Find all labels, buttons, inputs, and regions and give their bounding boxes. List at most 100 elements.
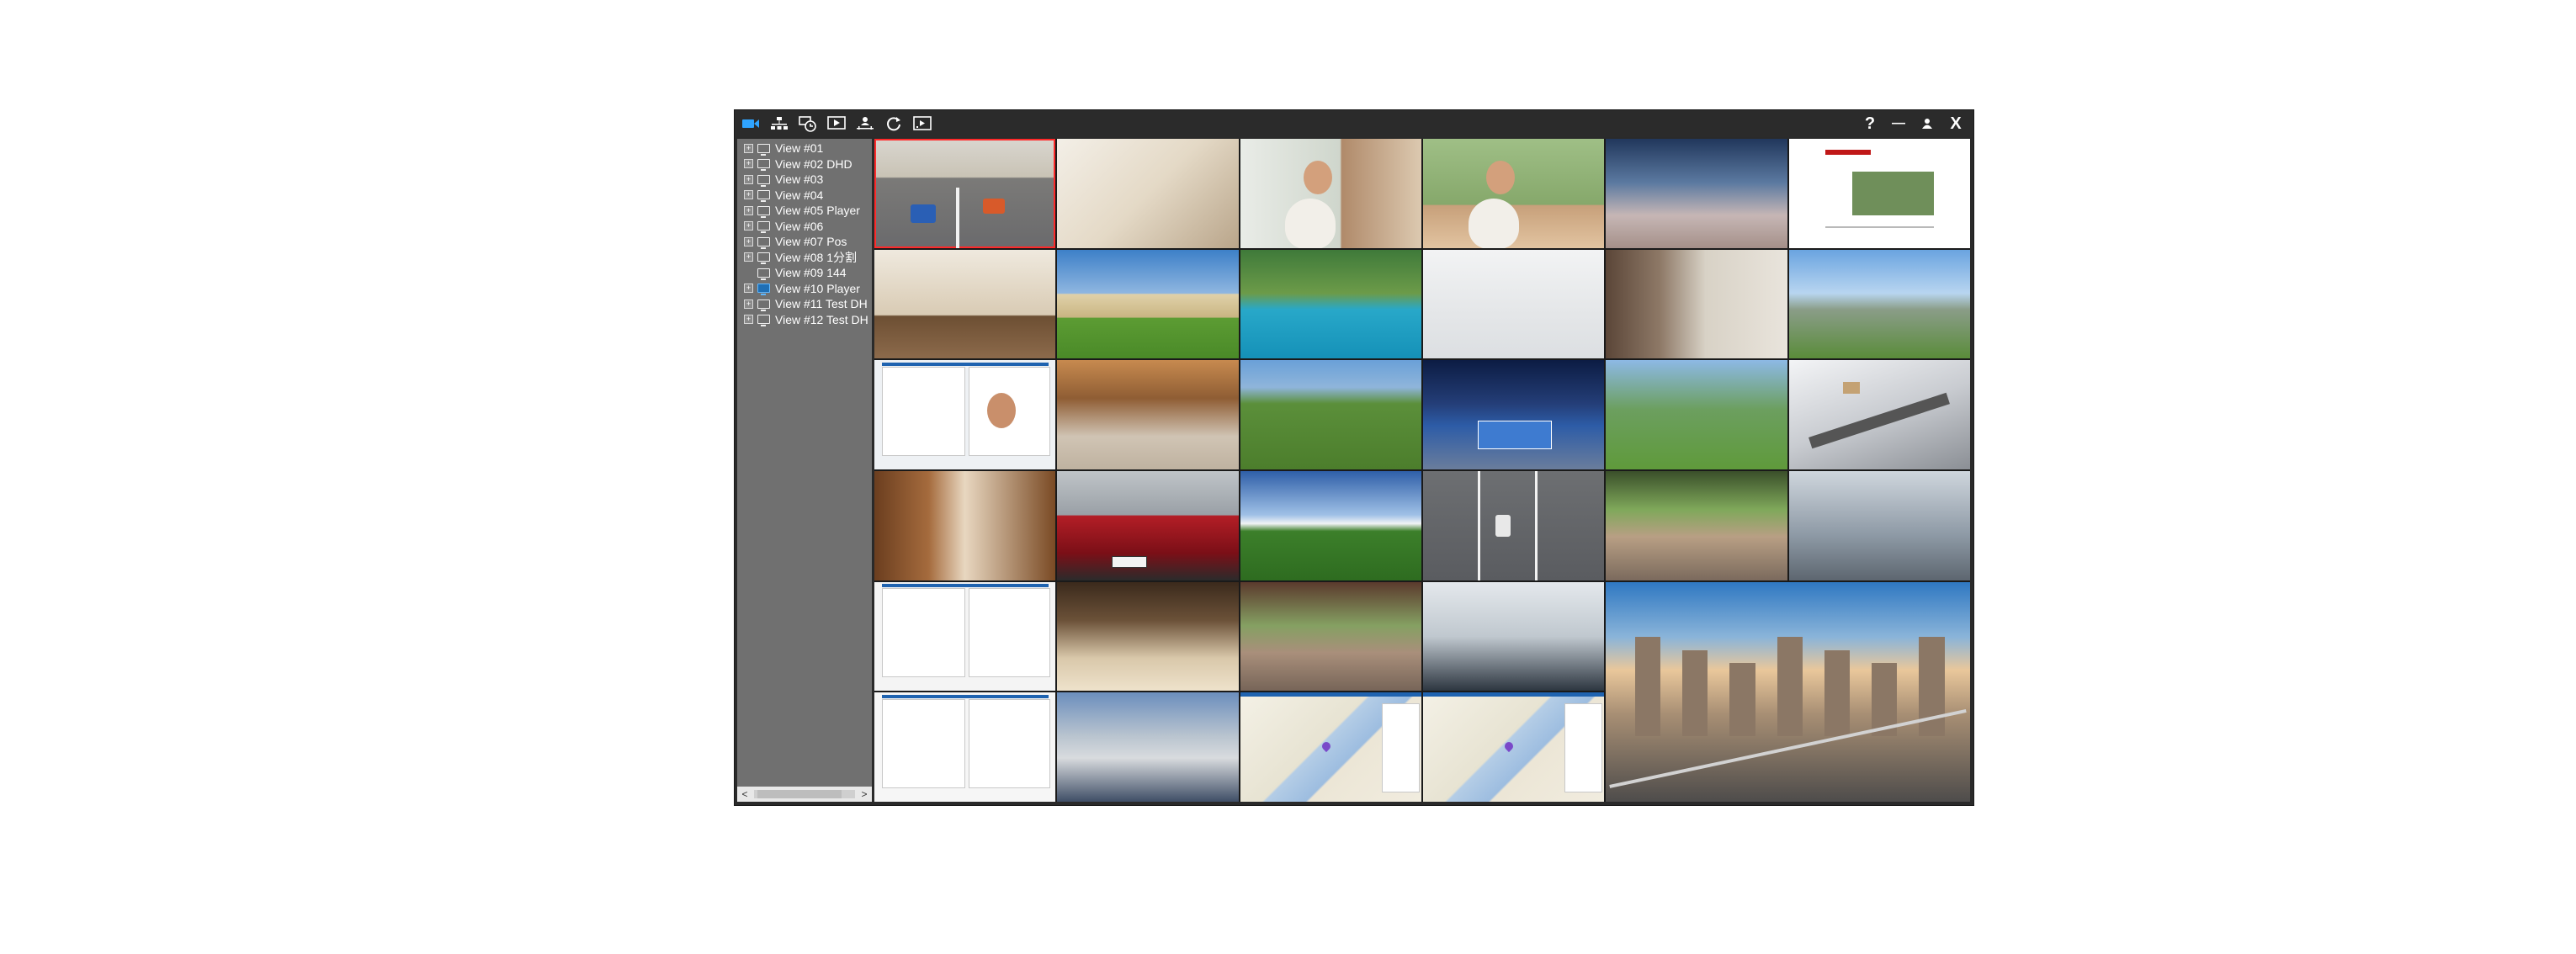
camera-tile-interior[interactable] (874, 249, 1056, 359)
camera-tile-garage[interactable] (1057, 692, 1239, 802)
monitor-icon (757, 174, 770, 187)
horizontal-scrollbar[interactable]: < > (737, 787, 872, 802)
camera-tile-baby[interactable] (1422, 249, 1605, 359)
camera-tile-pool[interactable] (1240, 249, 1421, 359)
camera-tile-city[interactable] (1606, 581, 1970, 802)
tree-item-label: View #03 (775, 172, 824, 187)
tree-item-view[interactable]: + View #03 (737, 172, 872, 188)
tree-item-view[interactable]: + View #02 DHD (737, 156, 872, 172)
camera-tile-family[interactable] (1057, 139, 1239, 248)
device-tree-icon[interactable] (768, 114, 790, 134)
camera-tile-roadsw[interactable] (1788, 471, 1970, 580)
tree-item-view[interactable]: + View #07 Pos (737, 234, 872, 250)
tree-item-label: View #12 Test DH (775, 312, 868, 326)
expand-toggle-icon[interactable]: + (744, 284, 753, 294)
minimize-button[interactable]: — (1889, 114, 1908, 134)
expand-toggle-icon[interactable]: + (744, 190, 753, 200)
camera-tile-office[interactable] (1788, 249, 1970, 359)
scene-detail (881, 362, 1049, 366)
expand-toggle-icon[interactable]: + (744, 143, 753, 153)
camera-tile-patio[interactable] (1606, 471, 1787, 580)
help-button[interactable]: ? (1861, 114, 1879, 134)
camera-tile-stadium[interactable] (1422, 360, 1605, 469)
scroll-track[interactable] (754, 790, 855, 798)
scene-detail (1777, 636, 1803, 736)
scene-detail (1381, 703, 1420, 793)
camera-tile-field[interactable] (1240, 471, 1421, 580)
expand-toggle-icon[interactable]: + (744, 221, 753, 231)
expand-toggle-icon[interactable]: + (744, 252, 753, 262)
tree-item-view[interactable]: + View #08 1分割 (737, 250, 872, 266)
scene-detail (1495, 514, 1511, 537)
tree-item-view[interactable]: + View #06 (737, 219, 872, 235)
tree-item-view[interactable]: + View #05 Player (737, 203, 872, 219)
monitor-icon (757, 159, 770, 172)
camera-tile-warehouse[interactable] (1057, 581, 1239, 692)
scene-detail (1240, 692, 1421, 697)
refresh-icon[interactable] (883, 114, 905, 134)
monitor-icon (757, 221, 770, 234)
camera-tile-soccerkids[interactable] (1240, 360, 1421, 469)
scroll-right-button[interactable]: > (857, 787, 872, 802)
scene-detail (1304, 160, 1333, 194)
camera-tile-map[interactable] (1422, 692, 1605, 802)
view-tree-panel: + View #01 + View #02 DHD + View #03 + View #04… (737, 139, 872, 802)
camera-tile-delivery[interactable] (1240, 139, 1421, 248)
expand-toggle-icon[interactable]: + (744, 159, 753, 169)
monitor-icon (757, 268, 770, 280)
scene-detail (881, 367, 965, 456)
camera-tile-car[interactable] (1057, 471, 1239, 580)
expand-toggle-icon[interactable]: + (744, 205, 753, 215)
camera-tile-atm[interactable] (1606, 249, 1787, 359)
scene-detail (911, 204, 937, 223)
monitor-icon (757, 299, 770, 311)
tree-item-view[interactable]: + View #11 Test DH (737, 296, 872, 312)
camera-tile-library[interactable] (874, 471, 1056, 580)
camera-tile-store[interactable] (1057, 360, 1239, 469)
camera-tile-webpage[interactable] (1788, 139, 1970, 248)
camera-tile-form[interactable] (874, 692, 1056, 802)
monitor-icon (757, 190, 770, 203)
tree-item-view[interactable]: +View #09 144 (737, 265, 872, 281)
live-view-icon[interactable] (740, 114, 762, 134)
tree-item-view[interactable]: + View #01 (737, 140, 872, 156)
scroll-thumb[interactable] (757, 790, 842, 798)
scene-detail (1486, 160, 1516, 194)
tree-item-label: View #11 Test DH (775, 297, 868, 311)
camera-tile-house[interactable] (1057, 249, 1239, 359)
camera-tile-map[interactable] (1240, 692, 1421, 802)
tree-item-label: View #01 (775, 141, 824, 156)
camera-tile-man[interactable] (1422, 139, 1605, 248)
pin-button[interactable] (1918, 114, 1936, 134)
camera-tile-dialog[interactable] (874, 581, 1056, 692)
scene-detail (1111, 556, 1147, 569)
camera-tile-highway[interactable] (1422, 471, 1605, 580)
camera-tile-control[interactable] (1422, 581, 1605, 692)
expand-toggle-icon[interactable]: + (744, 174, 753, 184)
scene-detail (955, 188, 959, 248)
camera-tile-software[interactable] (874, 360, 1056, 469)
camera-tile-runners[interactable] (1606, 360, 1787, 469)
expand-toggle-icon[interactable]: + (744, 299, 753, 309)
camera-tile-plaza[interactable] (1606, 139, 1787, 248)
camera-grid (874, 139, 1970, 802)
close-button[interactable]: X (1947, 114, 1965, 134)
scene-detail (1634, 636, 1661, 736)
export-icon[interactable] (911, 114, 933, 134)
tree-item-view[interactable]: + View #04 (737, 188, 872, 204)
camera-tile-conveyor[interactable] (1788, 360, 1970, 469)
tree-item-view[interactable]: + View #12 Test DH (737, 312, 872, 328)
scene-detail (968, 588, 1050, 678)
scene-detail (1285, 199, 1336, 248)
expand-toggle-icon[interactable]: + (744, 236, 753, 246)
playback-icon[interactable] (797, 114, 819, 134)
camera-tile-patio2[interactable] (1240, 581, 1421, 692)
video-player-icon[interactable] (826, 114, 847, 134)
tree-item-view[interactable]: + View #10 Player (737, 281, 872, 297)
camera-tile-street[interactable] (874, 139, 1056, 248)
user-network-icon[interactable] (854, 114, 876, 134)
scroll-left-button[interactable]: < (737, 787, 752, 802)
user-icon (1922, 119, 1932, 129)
expand-toggle-icon[interactable]: + (744, 315, 753, 325)
tree-item-label: View #08 1分割 (775, 250, 858, 264)
